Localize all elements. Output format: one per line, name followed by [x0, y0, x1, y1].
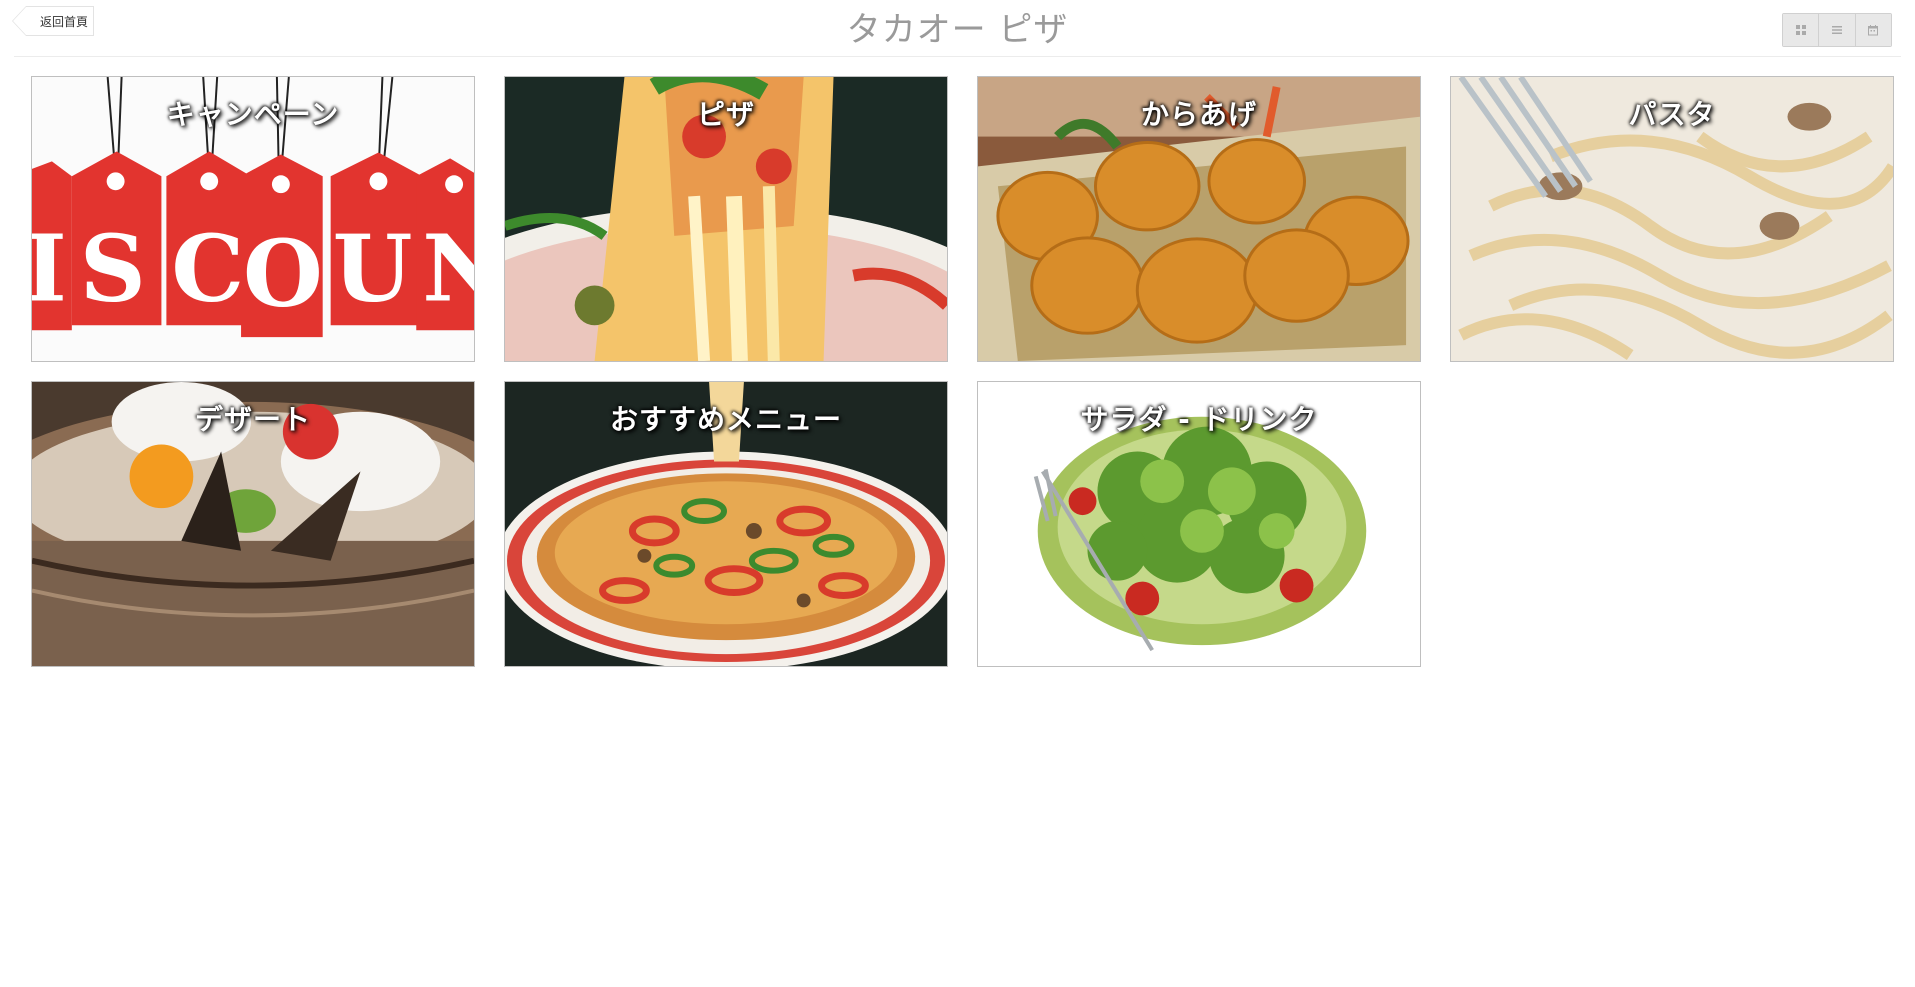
page-title: タカオー ピザ	[846, 10, 1069, 50]
svg-text:S: S	[80, 215, 146, 323]
category-label: パスタ	[1628, 98, 1716, 131]
header: 返回首頁 タカオー ピザ	[0, 0, 1915, 56]
view-toggle	[1782, 13, 1892, 47]
header-divider	[14, 56, 1901, 57]
category-label: サラダ - ドリンク	[1080, 403, 1318, 436]
svg-text:I: I	[32, 215, 67, 323]
category-tile-campaign[interactable]: ISC OUN キャンペーン	[31, 76, 475, 362]
category-label: デザート	[194, 403, 311, 436]
category-label: キャンペーン	[166, 98, 340, 131]
calendar-icon	[1868, 25, 1879, 36]
svg-text:N: N	[422, 215, 474, 323]
svg-text:U: U	[333, 215, 413, 323]
category-tile-recommended[interactable]: おすすめメニュー	[504, 381, 948, 667]
category-tile-karaage[interactable]: からあげ	[977, 76, 1421, 362]
svg-text:O: O	[243, 219, 323, 327]
category-tile-salad-drink[interactable]: サラダ - ドリンク	[977, 381, 1421, 667]
grid-view-button[interactable]	[1783, 14, 1820, 46]
category-tile-dessert[interactable]: デザート	[31, 381, 475, 667]
category-label: ピザ	[696, 98, 755, 131]
category-tile-pasta[interactable]: パスタ	[1450, 76, 1894, 362]
list-view-button[interactable]	[1819, 14, 1856, 46]
grid-icon	[1795, 25, 1806, 35]
category-tile-pizza[interactable]: ピザ	[504, 76, 948, 362]
svg-text:C: C	[171, 215, 244, 323]
category-label: からあげ	[1140, 98, 1257, 131]
category-label: おすすめメニュー	[609, 403, 842, 436]
list-icon	[1831, 26, 1842, 34]
calendar-view-button[interactable]	[1855, 14, 1891, 46]
